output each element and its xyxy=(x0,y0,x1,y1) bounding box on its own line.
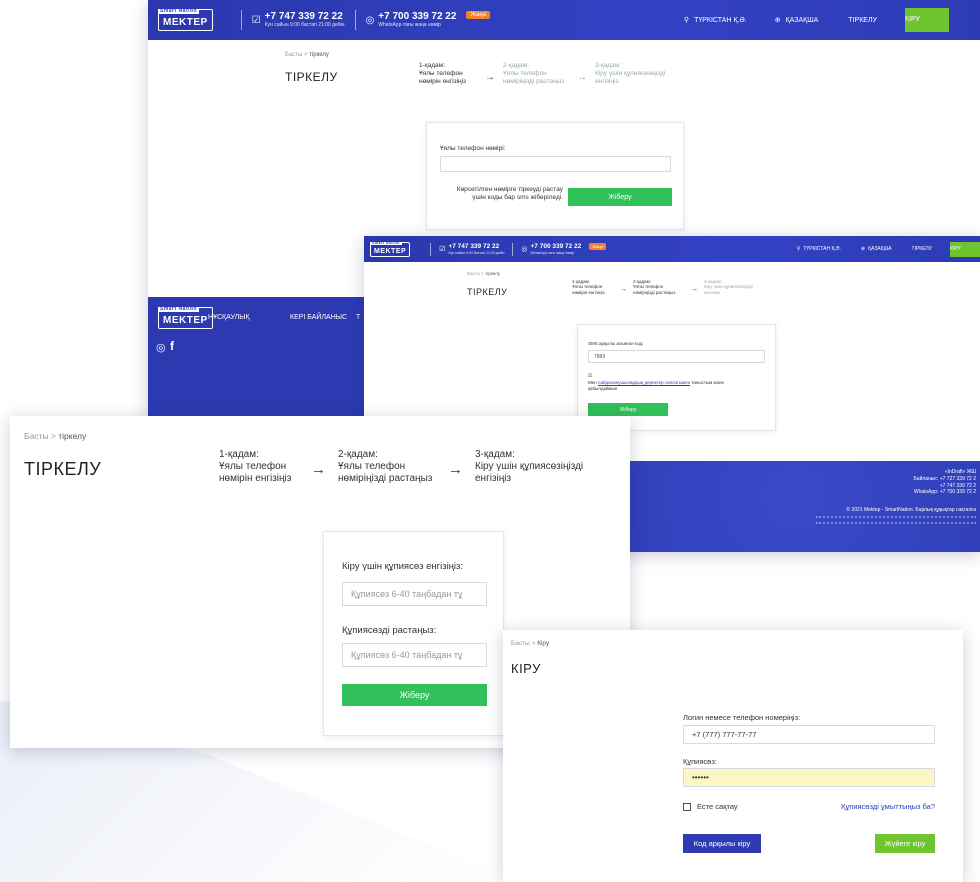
page-title: КІРУ xyxy=(511,661,541,676)
phone-icon: ☑ xyxy=(251,14,261,26)
login-input[interactable] xyxy=(683,725,935,744)
region-selector[interactable]: ⚲ ТҮРКІСТАН Қ.Ә. xyxy=(797,246,841,252)
login-button[interactable]: КІРУ xyxy=(905,8,949,32)
footer-logo[interactable]: Smart Nation MEKTEP xyxy=(158,307,213,329)
password-label: Кіру үшін құпиясөз енгізіңіз: xyxy=(342,561,464,572)
page-title: ТІРКЕЛУ xyxy=(24,459,102,479)
breadcrumb: Басты > тіркелу xyxy=(467,271,500,276)
login-button[interactable]: КІРУ xyxy=(950,241,980,257)
confirm-password-input[interactable] xyxy=(342,643,487,667)
step-1: 1-қадам: Ұялы телефон нөмірін енгізіңіз xyxy=(572,279,605,295)
step-2: 2-қадам: Ұялы телефон нөміріңізді растаңы… xyxy=(338,449,433,484)
footer-link-more[interactable]: Т xyxy=(356,314,360,321)
system-login-button[interactable]: Жүйеге кіру xyxy=(875,834,935,853)
submit-button[interactable]: Жіберу xyxy=(342,684,487,706)
step-2: 2-қадам: Ұялы телефон нөміріңізді растаңы… xyxy=(503,62,565,85)
breadcrumb: Басты > тіркелу xyxy=(285,52,329,58)
step-3: 3-қадам: Кіру үшін құпиясөзіңізді енгізің… xyxy=(475,449,584,484)
forgot-password-link[interactable]: Құпиясөзді ұмыттыңыз ба? xyxy=(841,802,935,811)
globe-icon: ⊕ xyxy=(774,17,781,24)
register-link[interactable]: ТІРКЕЛУ xyxy=(912,246,932,252)
step-3: 3-қадам: Кіру үшін құпиясөзіңізді енгізің… xyxy=(595,62,666,85)
breadcrumb: Басты > Кіру xyxy=(511,640,550,647)
sms-hint: Көрсетілген нөмірге тіркеуді растау үшін… xyxy=(456,186,563,202)
consent-checkbox[interactable]: ☑ xyxy=(588,373,592,379)
arrow-right-icon: → xyxy=(691,286,698,293)
password-form-card: Кіру үшін құпиясөз енгізіңіз: Құпиясөзді… xyxy=(323,531,504,736)
breadcrumb: Басты > тіркелу xyxy=(24,431,87,441)
step-1: 1-қадам: Ұялы телефон нөмірін енгізіңіз xyxy=(219,449,292,484)
page-title: ТІРКЕЛУ xyxy=(285,70,338,84)
phone-whatsapp[interactable]: +7 700 339 72 22 WhatsApp-тағы жаңа нөмі… xyxy=(378,11,456,28)
mektep-logo[interactable]: Smart Nation MEKTEP xyxy=(370,241,411,257)
arrow-right-icon: → xyxy=(577,72,587,83)
remember-label: Есте сақтау xyxy=(697,802,738,811)
arrow-right-icon: → xyxy=(311,461,326,478)
consent-text: Мен пайдаланушылардың деректер саясатыме… xyxy=(588,380,724,391)
arrow-right-icon: → xyxy=(485,72,495,83)
submit-button[interactable]: Жіберу xyxy=(568,188,672,206)
footer-contacts: «InDraft» ЖШ Байланыс: +7 727 339 72 2 +… xyxy=(913,469,976,496)
phone-icon: ☑ xyxy=(439,246,446,253)
language-selector[interactable]: ⊕ ҚАЗАҚША xyxy=(861,246,892,252)
login-label: Логин немесе телефон номеріңіз: xyxy=(683,713,801,722)
sms-form-card: SMS арқылы алынған код: ☑ Мен пайдалануш… xyxy=(577,324,776,431)
globe-icon: ⊕ xyxy=(860,246,866,252)
register-link[interactable]: ТІРКЕЛУ xyxy=(848,17,877,24)
phone-primary[interactable]: +7 747 339 72 22 Күн сайын 9:00 бастап 2… xyxy=(265,11,345,28)
code-login-button[interactable]: Код арқылы кіру xyxy=(683,834,761,853)
confirm-label: Құпиясөзді растаңыз: xyxy=(342,625,437,636)
sms-code-label: SMS арқылы алынған код: xyxy=(588,341,644,346)
language-selector[interactable]: ⊕ ҚАЗАҚША xyxy=(774,16,819,25)
login-form: Логин немесе телефон номеріңіз: Құпиясөз… xyxy=(683,703,939,873)
registration-steps: 1-қадам: Ұялы телефон нөмірін енгізіңіз →… xyxy=(419,62,677,85)
whatsapp-icon: ◎ xyxy=(365,14,375,26)
registration-steps: 1-қадам: Ұялы телефон нөмірін енгізіңіз →… xyxy=(219,449,599,485)
top-navbar: Smart Nation MEKTEP ☑ +7 747 339 72 22 К… xyxy=(364,236,980,262)
password-label: Құпиясөз: xyxy=(683,757,717,766)
whatsapp-icon: ◎ xyxy=(521,246,528,253)
registration-steps: 1-қадам: Ұялы телефон нөмірін енгізіңіз →… xyxy=(572,279,770,295)
phone-primary[interactable]: +7 747 339 72 22 Күн сайын 9:00 бастап 2… xyxy=(448,243,504,254)
location-pin-icon: ⚲ xyxy=(683,17,690,24)
phone-form-card: Ұялы телефон нөмірі: Көрсетілген нөмірге… xyxy=(426,122,684,230)
location-pin-icon: ⚲ xyxy=(796,246,801,252)
phone-input[interactable] xyxy=(440,156,671,172)
facebook-icon[interactable]: f xyxy=(170,339,174,353)
privacy-policy-link[interactable]: пайдаланушылардың деректер саясатымен xyxy=(598,380,690,385)
arrow-right-icon: → xyxy=(620,286,627,293)
mektep-logo[interactable]: Smart Nation MEKTEP xyxy=(158,9,213,31)
new-badge: Жаңа xyxy=(589,242,606,250)
password-input[interactable] xyxy=(683,768,935,787)
page-title: ТІРКЕЛУ xyxy=(467,287,508,297)
footer-small-print xyxy=(816,516,976,524)
arrow-right-icon: → xyxy=(448,461,463,478)
footer-link-feedback[interactable]: КЕРІ БАЙЛАНЫС xyxy=(290,314,347,321)
instagram-icon[interactable]: ◎ xyxy=(156,341,166,354)
step-3: 3-қадам: Кіру үшін құпиясөзіңізді енгізің… xyxy=(704,279,753,295)
phone-whatsapp[interactable]: +7 700 339 72 22 WhatsApp-тағы жаңа нөмі… xyxy=(531,243,582,254)
step-1: 1-қадам: Ұялы телефон нөмірін енгізіңіз xyxy=(419,62,467,85)
region-selector[interactable]: ⚲ ТҮРКІСТАН Қ.Ә. xyxy=(683,16,747,25)
copyright: © 2021 Mektep - SmartNation. Барлық құқы… xyxy=(846,507,976,513)
submit-button[interactable]: Жіберу xyxy=(588,403,668,416)
step-2: 2-қадам: Ұялы телефон нөміріңізді растаңы… xyxy=(633,279,676,295)
screenshot-login: Басты > Кіру КІРУ Логин немесе телефон н… xyxy=(503,630,963,882)
top-navbar: Smart Nation MEKTEP ☑ +7 747 339 72 22 К… xyxy=(148,0,980,40)
password-input[interactable] xyxy=(342,582,487,606)
phone-label: Ұялы телефон нөмірі: xyxy=(440,145,506,152)
new-badge: Жаңа xyxy=(466,11,491,19)
sms-code-input[interactable] xyxy=(588,350,765,363)
remember-checkbox[interactable] xyxy=(683,803,691,811)
footer-link-guide[interactable]: НҰСҚАУЛЫҚ xyxy=(208,314,250,321)
